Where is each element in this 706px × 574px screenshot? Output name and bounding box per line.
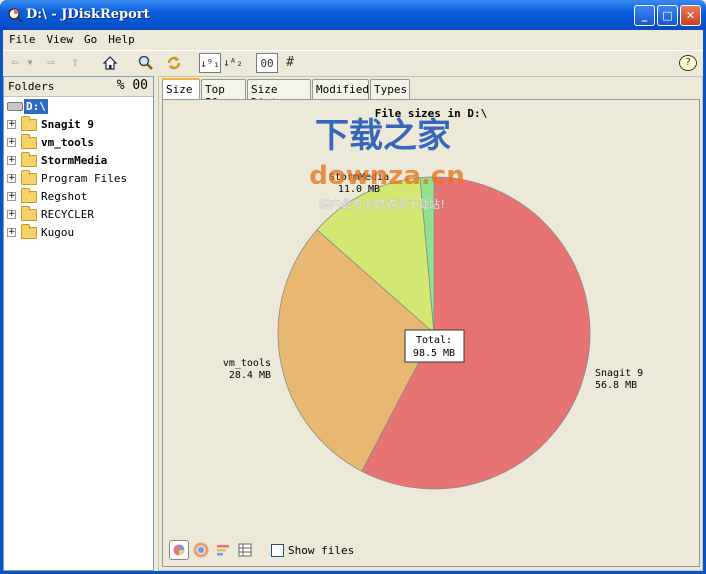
chart-options-bar: Show files bbox=[167, 539, 467, 563]
tab-types[interactable]: Types bbox=[370, 79, 410, 99]
menu-help[interactable]: Help bbox=[102, 30, 140, 48]
tree-item[interactable]: + Kugou bbox=[4, 224, 153, 241]
folder-icon bbox=[21, 170, 37, 185]
back-dropdown-icon[interactable]: ▼ bbox=[25, 53, 35, 73]
folder-icon bbox=[21, 188, 37, 203]
menu-file[interactable]: File bbox=[3, 30, 41, 48]
expand-icon[interactable]: + bbox=[7, 120, 16, 129]
total-value: 98.5 MB bbox=[413, 348, 455, 359]
back-arrow-icon[interactable]: ⇦ bbox=[7, 53, 23, 73]
tree-root[interactable]: D:\ bbox=[4, 98, 153, 115]
home-icon[interactable] bbox=[101, 53, 119, 73]
refresh-icon[interactable] bbox=[165, 53, 183, 73]
client-area: File View Go Help ⇦ ▼ ⇨ ⇧ ↓⁹₁ ↓ᴬ₂ 00 # ?… bbox=[3, 30, 703, 571]
title-bar[interactable]: D:\ - JDiskReport _ □ ✕ bbox=[0, 0, 706, 30]
tree-item-label: Kugou bbox=[41, 226, 75, 239]
sort-by-size-button[interactable]: ↓⁹₁ bbox=[199, 53, 221, 73]
tab-top-50[interactable]: Top 50 bbox=[201, 79, 246, 109]
expand-icon[interactable]: + bbox=[7, 192, 16, 201]
tree-item-label: Regshot bbox=[41, 190, 88, 203]
pie-view-icon[interactable] bbox=[169, 540, 189, 560]
close-icon: ✕ bbox=[685, 9, 696, 22]
watermark-domain: downza.cn bbox=[309, 161, 464, 191]
slice-value-label: 28.4 MB bbox=[229, 370, 271, 381]
menu-go[interactable]: Go bbox=[78, 30, 102, 48]
app-icon bbox=[8, 8, 23, 23]
close-button[interactable]: ✕ bbox=[680, 5, 701, 26]
toolbar: ⇦ ▼ ⇨ ⇧ ↓⁹₁ ↓ᴬ₂ 00 # ? bbox=[3, 50, 703, 74]
tree-item-label: vm_tools bbox=[41, 136, 94, 149]
watermark-title: 下载之家 bbox=[315, 116, 451, 156]
size-units-button[interactable]: 00 bbox=[256, 53, 278, 73]
help-icon[interactable]: ? bbox=[679, 55, 697, 71]
tree-item-label: StormMedia bbox=[41, 154, 108, 167]
minimize-icon: _ bbox=[641, 9, 648, 22]
tree-item[interactable]: + RECYCLER bbox=[4, 206, 153, 223]
expand-icon[interactable]: + bbox=[7, 138, 16, 147]
folders-panel: Folders % 00 D:\ + Snagit 9 + vm_tools + Stor… bbox=[3, 76, 154, 571]
pie-chart: File sizes in D:\ Snagit 956.8 MBvm_tool… bbox=[223, 107, 643, 490]
folders-header: Folders % 00 bbox=[4, 77, 153, 97]
show-files-label[interactable]: Show files bbox=[288, 544, 354, 557]
app-window: D:\ - JDiskReport _ □ ✕ File View Go Hel… bbox=[0, 0, 706, 574]
folder-icon bbox=[21, 206, 37, 221]
drive-icon bbox=[7, 102, 23, 111]
show-files-checkbox[interactable] bbox=[271, 544, 284, 557]
window-title: D:\ - JDiskReport bbox=[26, 7, 150, 22]
slice-value-label: 56.8 MB bbox=[595, 380, 637, 391]
tree-item[interactable]: + vm_tools bbox=[4, 134, 153, 151]
forward-arrow-icon[interactable]: ⇨ bbox=[43, 53, 59, 73]
folder-icon bbox=[21, 134, 37, 149]
tree-item[interactable]: + StormMedia bbox=[4, 152, 153, 169]
table-view-icon[interactable] bbox=[235, 540, 255, 560]
chart-area: File sizes in D:\ Snagit 9 56.8 MB vm_tool… bbox=[162, 99, 700, 567]
file-count-button[interactable]: # bbox=[283, 53, 297, 73]
up-arrow-icon[interactable]: ⇧ bbox=[67, 53, 83, 73]
expand-icon[interactable]: + bbox=[7, 156, 16, 165]
folders-header-percent[interactable]: % 00 bbox=[117, 78, 148, 93]
ring-view-icon[interactable] bbox=[191, 540, 211, 560]
expand-icon[interactable]: + bbox=[7, 228, 16, 237]
folder-icon bbox=[21, 224, 37, 239]
minimize-button[interactable]: _ bbox=[634, 5, 655, 26]
maximize-icon: □ bbox=[662, 9, 673, 22]
search-icon[interactable] bbox=[137, 53, 155, 73]
tree-item-label: Program Files bbox=[41, 172, 128, 185]
sort-by-name-button[interactable]: ↓ᴬ₂ bbox=[222, 53, 244, 73]
expand-icon[interactable]: + bbox=[7, 210, 16, 219]
tab-modified[interactable]: Modified bbox=[312, 79, 369, 99]
slice-label: vm_tools bbox=[223, 358, 271, 369]
menu-bar: File View Go Help bbox=[3, 30, 703, 48]
menu-view[interactable]: View bbox=[41, 30, 79, 48]
watermark-slogan: 国内最专业的资源下载站！ bbox=[319, 197, 451, 211]
folder-icon bbox=[21, 116, 37, 131]
total-label: Total: bbox=[416, 335, 452, 346]
expand-icon[interactable]: + bbox=[7, 174, 16, 183]
tree-item[interactable]: + Program Files bbox=[4, 170, 153, 187]
folder-icon bbox=[21, 152, 37, 167]
slice-label: Snagit 9 bbox=[595, 368, 643, 379]
maximize-button[interactable]: □ bbox=[657, 5, 678, 26]
tree-item[interactable]: + Snagit 9 bbox=[4, 116, 153, 133]
report-panel: Size Top 50 Size Dist Modified Types Fil… bbox=[158, 76, 703, 571]
tree-item-label: RECYCLER bbox=[41, 208, 94, 221]
tree-item[interactable]: + Regshot bbox=[4, 188, 153, 205]
tree-root-label: D:\ bbox=[24, 99, 48, 114]
total-box: Total: 98.5 MB bbox=[404, 329, 465, 363]
bar-view-icon[interactable] bbox=[213, 540, 233, 560]
tab-size-dist[interactable]: Size Dist bbox=[247, 79, 311, 109]
folders-header-label: Folders bbox=[8, 80, 55, 93]
tab-size[interactable]: Size bbox=[162, 78, 200, 100]
tree-item-label: Snagit 9 bbox=[41, 118, 94, 131]
